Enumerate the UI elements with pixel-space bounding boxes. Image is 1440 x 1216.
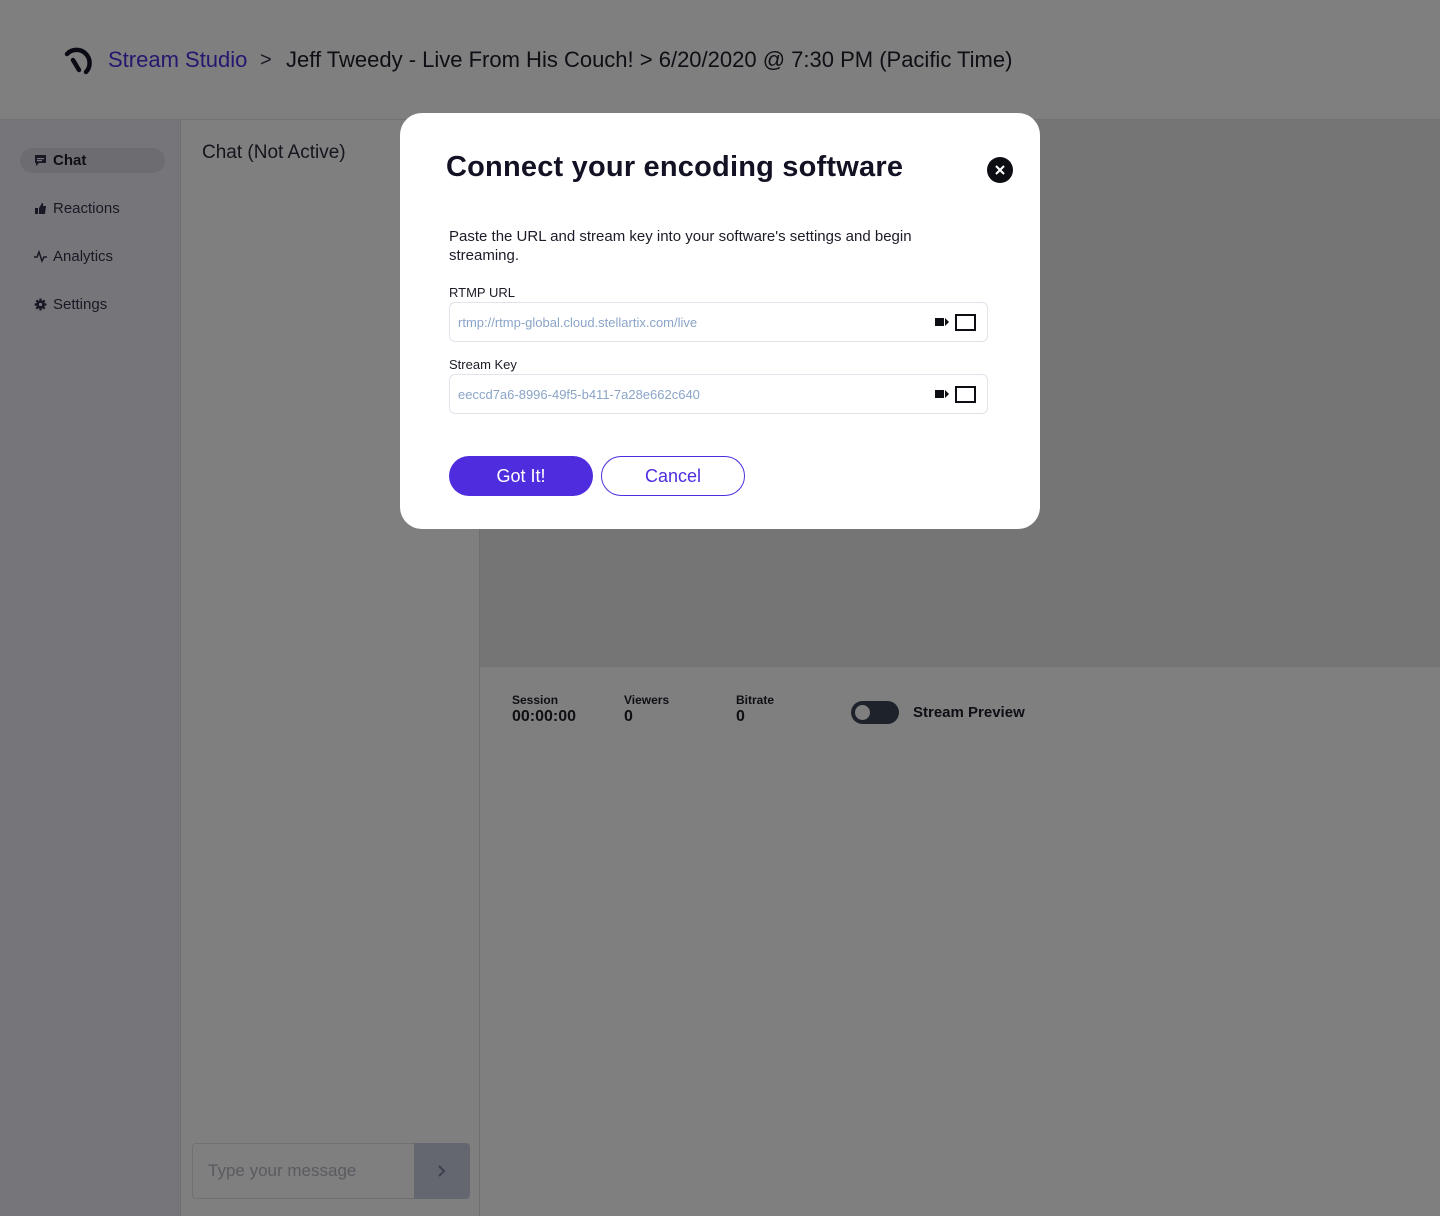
close-button[interactable] xyxy=(987,157,1013,183)
rtmp-url-field[interactable]: rtmp://rtmp-global.cloud.stellartix.com/… xyxy=(449,302,988,342)
modal-description: Paste the URL and stream key into your s… xyxy=(449,228,912,264)
copy-icon xyxy=(935,314,976,331)
stream-key-field[interactable]: eeccd7a6-8996-49f5-b411-7a28e662c640 xyxy=(449,374,988,414)
copy-icon xyxy=(935,386,976,403)
rtmp-url-label: RTMP URL xyxy=(449,285,515,300)
close-icon xyxy=(995,165,1005,175)
copy-stream-key-button[interactable] xyxy=(935,386,977,403)
modal-title: Connect your encoding software xyxy=(446,151,904,183)
cancel-button[interactable]: Cancel xyxy=(601,456,745,496)
connect-encoder-modal: Connect your encoding software Paste the… xyxy=(400,113,1040,529)
copy-rtmp-url-button[interactable] xyxy=(935,314,977,331)
stream-key-value: eeccd7a6-8996-49f5-b411-7a28e662c640 xyxy=(458,387,700,402)
rtmp-url-value: rtmp://rtmp-global.cloud.stellartix.com/… xyxy=(458,315,698,330)
stream-key-label: Stream Key xyxy=(449,357,517,372)
got-it-button[interactable]: Got It! xyxy=(449,456,593,496)
